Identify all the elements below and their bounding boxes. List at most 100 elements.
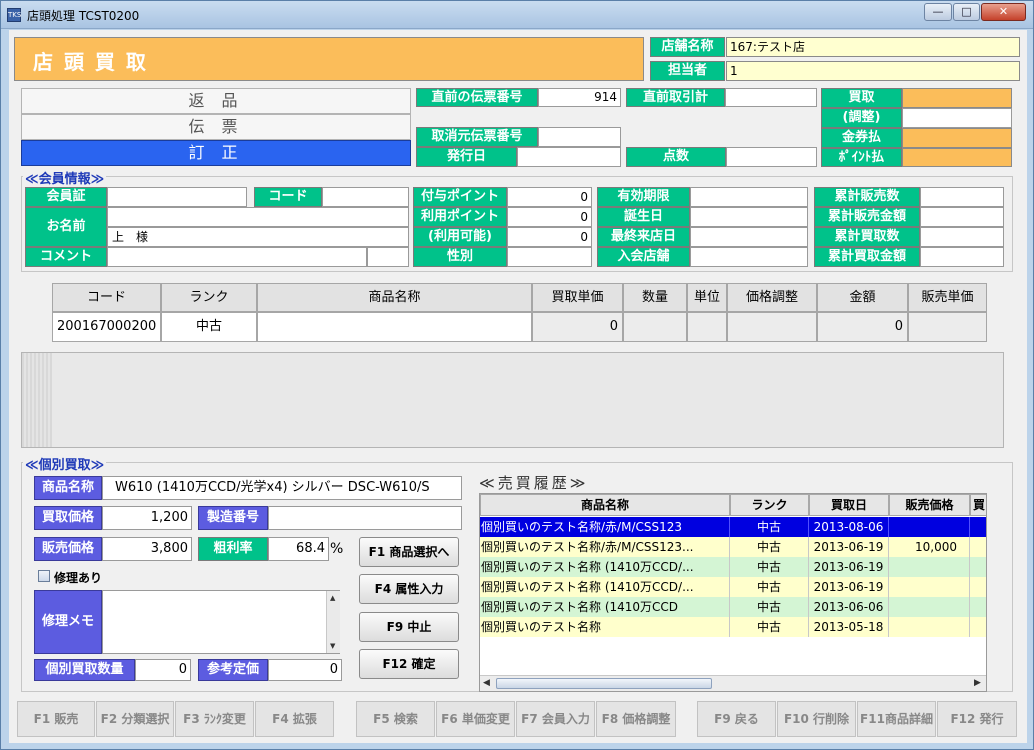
fkey-f6[interactable]: F6 単価変更 <box>436 701 515 737</box>
history-row[interactable]: 個別買いのテスト名称 (1410万CCD/... 中古 2013-06-19 <box>480 557 986 577</box>
grid-header-unit[interactable]: 単位 <box>687 283 727 312</box>
history-header-rank[interactable]: ランク <box>730 494 809 516</box>
history-table: 商品名称 ランク 買取日 販売価格 買 個別買いのテスト名称/赤/M/CSS12… <box>479 493 987 692</box>
member-comment-field[interactable] <box>107 247 367 267</box>
member-comment-label: コメント <box>25 247 107 267</box>
f9-cancel-button[interactable]: F9 中止 <box>359 612 459 642</box>
scroll-left-icon[interactable]: ◀ <box>483 678 490 688</box>
page-title: 店 頭 買 取 <box>33 50 148 74</box>
memo-scroll-down-icon[interactable]: ▼ <box>330 642 335 650</box>
grid-cell-unit[interactable] <box>687 312 727 342</box>
scroll-right-icon[interactable]: ▶ <box>974 678 981 688</box>
points-field[interactable] <box>726 147 817 167</box>
history-header-price[interactable]: 販売価格 <box>889 494 970 516</box>
fkey-f12[interactable]: F12 発行 <box>937 701 1017 737</box>
store-field[interactable]: 167:テスト店 <box>726 37 1020 57</box>
f12-confirm-button[interactable]: F12 確定 <box>359 649 459 679</box>
minimize-button[interactable]: — <box>924 3 952 21</box>
member-card-label: 会員証 <box>25 187 107 207</box>
fkey-f9[interactable]: F9 戻る <box>697 701 776 737</box>
qty-field[interactable]: 0 <box>135 659 191 681</box>
total-sales-amount-label: 累計販売金額 <box>814 207 920 227</box>
grid-header-rank[interactable]: ランク <box>161 283 257 312</box>
grid-header-sell-price[interactable]: 販売単価 <box>908 283 987 312</box>
memo-scroll-up-icon[interactable]: ▲ <box>330 594 335 602</box>
grid-header-code[interactable]: コード <box>52 283 161 312</box>
prev-slip-field[interactable]: 914 <box>538 88 621 107</box>
margin-field[interactable]: 68.4 <box>268 537 329 561</box>
buy-price-field[interactable]: 1,200 <box>102 506 192 530</box>
ref-price-field[interactable]: 0 <box>268 659 342 681</box>
fkey-f3[interactable]: F3 ﾗﾝｸ変更 <box>175 701 254 737</box>
history-cell-rank: 中古 <box>730 577 809 597</box>
history-hscrollbar[interactable]: ◀ ▶ <box>480 675 986 691</box>
last-visit-value <box>690 227 808 247</box>
history-cell-name: 個別買いのテスト名称 <box>480 617 730 637</box>
history-row[interactable]: 個別買いのテスト名称/赤/M/CSS123 中古 2013-08-06 <box>480 517 986 537</box>
fkey-f8[interactable]: F8 価格調整 <box>596 701 676 737</box>
member-name-field[interactable] <box>107 207 409 227</box>
history-cell-date: 2013-06-06 <box>809 597 889 617</box>
fkey-f5[interactable]: F5 検索 <box>356 701 435 737</box>
grid-header-price-adjust[interactable]: 価格調整 <box>727 283 817 312</box>
f4-attribute-button[interactable]: F4 属性入力 <box>359 574 459 604</box>
panel-strip <box>22 353 52 447</box>
total-sales-count-value <box>920 187 1004 207</box>
grid-header-amount[interactable]: 金額 <box>817 283 908 312</box>
fkey-f7[interactable]: F7 会員入力 <box>516 701 595 737</box>
join-store-label: 入会店舗 <box>597 247 690 267</box>
cancel-slip-field[interactable] <box>538 127 621 147</box>
staff-field[interactable]: 1 <box>726 61 1020 81</box>
prev-trade-label: 直前取引計 <box>626 88 725 107</box>
f1-select-product-button[interactable]: F1 商品選択へ <box>359 537 459 567</box>
mode-slip-button[interactable]: 伝 票 <box>21 114 411 140</box>
mode-return-button[interactable]: 返 品 <box>21 88 411 114</box>
grid-cell-name[interactable] <box>257 312 532 342</box>
memo-scrollbar[interactable]: ▲ ▼ <box>326 591 340 653</box>
member-name-label: お名前 <box>25 207 107 247</box>
member-card-field[interactable] <box>107 187 247 207</box>
fkey-f4[interactable]: F4 拡張 <box>255 701 334 737</box>
history-header-date[interactable]: 買取日 <box>809 494 889 516</box>
available-points-label: (利用可能) <box>413 227 507 247</box>
history-row[interactable]: 個別買いのテスト名称/赤/M/CSS123... 中古 2013-06-19 1… <box>480 537 986 557</box>
product-name-field[interactable]: W610 (1410万CCD/光学x4) シルバー DSC-W610/S <box>102 476 462 500</box>
repair-memo-label: 修理メモ <box>34 590 102 654</box>
maximize-button[interactable]: □ <box>953 3 980 21</box>
history-header-name[interactable]: 商品名称 <box>480 494 730 516</box>
grid-cell-rank[interactable]: 中古 <box>161 312 257 342</box>
history-cell-rank: 中古 <box>730 537 809 557</box>
summary-buy-field <box>902 88 1012 108</box>
fkey-f2[interactable]: F2 分類選択 <box>96 701 174 737</box>
grid-cell-sell-price[interactable] <box>908 312 987 342</box>
grid-header-buy-price[interactable]: 買取単価 <box>532 283 623 312</box>
grid-header-name[interactable]: 商品名称 <box>257 283 532 312</box>
repair-checkbox[interactable] <box>38 570 50 582</box>
grid-cell-amount[interactable]: 0 <box>817 312 908 342</box>
fkey-f11[interactable]: F11商品詳細 <box>857 701 936 737</box>
grid-header-qty[interactable]: 数量 <box>623 283 687 312</box>
mode-correction-button[interactable]: 訂 正 <box>21 140 411 166</box>
sell-price-field[interactable]: 3,800 <box>102 537 192 561</box>
member-code-field[interactable] <box>322 187 409 207</box>
fkey-f10[interactable]: F10 行削除 <box>777 701 856 737</box>
close-button[interactable]: ✕ <box>981 3 1026 21</box>
grid-cell-price-adjust[interactable] <box>727 312 817 342</box>
history-cell-price: 10,000 <box>889 537 970 557</box>
serial-field[interactable] <box>268 506 462 530</box>
issue-date-field[interactable] <box>517 147 621 167</box>
history-scroll-thumb[interactable] <box>496 678 712 689</box>
join-store-value <box>690 247 808 267</box>
history-header-extra[interactable]: 買 <box>970 494 986 516</box>
grid-cell-qty[interactable] <box>623 312 687 342</box>
history-row[interactable]: 個別買いのテスト名称 (1410万CCD/... 中古 2013-06-19 <box>480 577 986 597</box>
fkey-f1[interactable]: F1 販売 <box>17 701 95 737</box>
history-cell-date: 2013-08-06 <box>809 517 889 537</box>
history-row[interactable]: 個別買いのテスト名称 中古 2013-05-18 <box>480 617 986 637</box>
grid-cell-buy-price[interactable]: 0 <box>532 312 623 342</box>
prev-trade-field[interactable] <box>725 88 817 107</box>
history-row[interactable]: 個別買いのテスト名称 (1410万CCD 中古 2013-06-06 <box>480 597 986 617</box>
grid-cell-code[interactable]: 200167000200 <box>52 312 161 342</box>
repair-memo-field[interactable] <box>102 590 340 654</box>
last-visit-label: 最終来店日 <box>597 227 690 247</box>
